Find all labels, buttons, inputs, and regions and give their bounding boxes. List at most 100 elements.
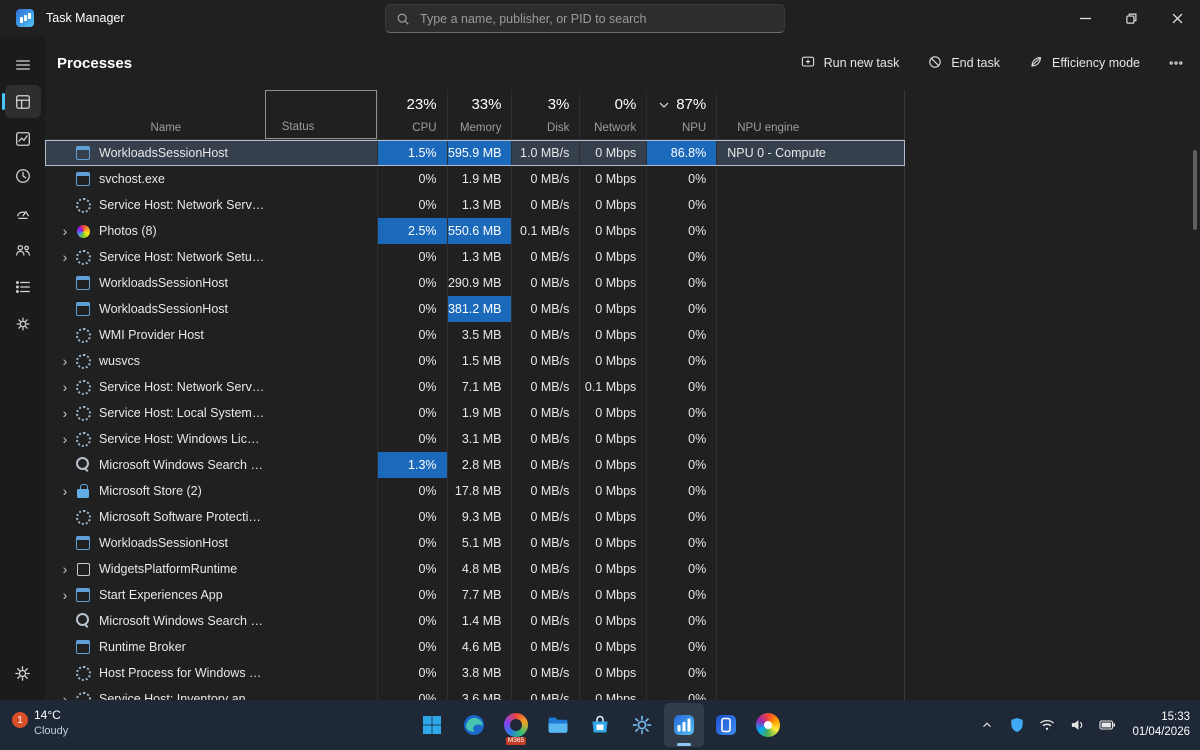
column-header-network[interactable]: 0%Network	[579, 90, 646, 139]
expand-chevron-icon[interactable]: ›	[55, 557, 75, 581]
taskbar-app-photos[interactable]	[748, 703, 788, 747]
column-header-npu[interactable]: 87%NPU	[646, 90, 716, 139]
cell-memory: 9.3 MB	[447, 504, 512, 530]
process-row[interactable]: WorkloadsSessionHost0%290.9 MB0 MB/s0 Mb…	[45, 270, 905, 296]
process-row[interactable]: ›Microsoft Store (2)0%17.8 MB0 MB/s0 Mbp…	[45, 478, 905, 504]
cell-status	[265, 400, 377, 426]
taskbar-app-phone-link[interactable]	[706, 703, 746, 747]
cell-status	[265, 218, 377, 244]
sidebar-item-users[interactable]	[5, 233, 41, 266]
cell-cpu: 0%	[377, 608, 447, 634]
process-row[interactable]: WorkloadsSessionHost0%5.1 MB0 MB/s0 Mbps…	[45, 530, 905, 556]
process-name: Host Process for Windows Tas...	[99, 660, 265, 686]
expand-chevron-icon[interactable]: ›	[55, 245, 75, 269]
column-label-name: Name	[139, 122, 182, 134]
sidebar-item-settings[interactable]	[5, 657, 41, 690]
taskbar-app-edge[interactable]	[454, 703, 494, 747]
expand-chevron-icon[interactable]: ›	[55, 583, 75, 607]
more-options-button[interactable]	[1168, 55, 1184, 71]
cell-status	[265, 426, 377, 452]
sidebar-item-services[interactable]	[5, 307, 41, 340]
expand-chevron-icon[interactable]: ›	[55, 219, 75, 243]
gear-process-icon	[75, 327, 91, 343]
app-badge-label: M365	[506, 737, 526, 745]
expand-chevron-icon[interactable]: ›	[55, 479, 75, 503]
cell-cpu: 0%	[377, 166, 447, 192]
volume-icon[interactable]	[1068, 716, 1086, 734]
process-row[interactable]: Runtime Broker0%4.6 MB0 MB/s0 Mbps0%	[45, 634, 905, 660]
cell-memory: 1.5 MB	[447, 348, 512, 374]
close-button[interactable]	[1154, 0, 1200, 36]
sidebar-item-app-history[interactable]	[5, 159, 41, 192]
restore-button[interactable]	[1108, 0, 1154, 36]
sidebar-item-details[interactable]	[5, 270, 41, 303]
process-name: Microsoft Store (2)	[99, 478, 202, 504]
vertical-scrollbar[interactable]	[1193, 150, 1197, 230]
column-label-disk: Disk	[512, 122, 579, 134]
process-name-cell: ›wusvcs	[45, 348, 265, 374]
column-header-npu-engine[interactable]: NPU engine	[716, 90, 904, 139]
process-row[interactable]: ›Photos (8)2.5%550.6 MB0.1 MB/s0 Mbps0%	[45, 218, 905, 244]
process-row[interactable]: svchost.exe0%1.9 MB0 MB/s0 Mbps0%	[45, 166, 905, 192]
process-row[interactable]: ›Service Host: Windows Licens...0%3.1 MB…	[45, 426, 905, 452]
taskbar-app-task-manager[interactable]	[664, 703, 704, 747]
sidebar-item-performance[interactable]	[5, 122, 41, 155]
battery-icon[interactable]	[1098, 716, 1116, 734]
cell-disk: 0 MB/s	[511, 530, 579, 556]
expand-chevron-icon[interactable]: ›	[55, 427, 75, 451]
cell-npu: 0%	[646, 660, 716, 686]
m365-copilot-icon	[504, 713, 528, 737]
sidebar-item-processes[interactable]	[5, 85, 41, 118]
process-row[interactable]: WorkloadsSessionHost1.5%595.9 MB1.0 MB/s…	[45, 140, 905, 166]
page-title: Processes	[57, 55, 132, 72]
efficiency-mode-button[interactable]: Efficiency mode	[1028, 54, 1140, 73]
security-shield-icon[interactable]	[1008, 716, 1026, 734]
minimize-button[interactable]	[1062, 0, 1108, 36]
process-row[interactable]: ›Service Host: Network Service0%7.1 MB0 …	[45, 374, 905, 400]
process-row[interactable]: ›Start Experiences App0%7.7 MB0 MB/s0 Mb…	[45, 582, 905, 608]
taskbar-app-start[interactable]	[412, 703, 452, 747]
cell-disk: 0 MB/s	[511, 686, 579, 700]
cell-npu: 0%	[646, 192, 716, 218]
taskbar-widgets-button[interactable]: 1 14°C Cloudy	[12, 706, 68, 738]
expand-chevron-icon[interactable]: ›	[55, 401, 75, 425]
column-header-name[interactable]: Name	[45, 90, 265, 139]
expand-chevron-icon[interactable]: ›	[55, 375, 75, 399]
process-row[interactable]: WorkloadsSessionHost0%381.2 MB0 MB/s0 Mb…	[45, 296, 905, 322]
cell-npu: 0%	[646, 270, 716, 296]
cell-status	[265, 348, 377, 374]
process-row[interactable]: ›WidgetsPlatformRuntime0%4.8 MB0 MB/s0 M…	[45, 556, 905, 582]
column-header-cpu[interactable]: 23%CPU	[377, 90, 447, 139]
process-row[interactable]: WMI Provider Host0%3.5 MB0 MB/s0 Mbps0%	[45, 322, 905, 348]
taskbar-app-m365-copilot[interactable]: M365	[496, 703, 536, 747]
search-box[interactable]	[385, 4, 785, 33]
taskbar-app-store[interactable]	[580, 703, 620, 747]
sidebar-item-startup-apps[interactable]	[5, 196, 41, 229]
process-row[interactable]: Microsoft Software Protection...0%9.3 MB…	[45, 504, 905, 530]
column-header-memory[interactable]: 33%Memory	[447, 90, 512, 139]
taskbar-app-settings[interactable]	[622, 703, 662, 747]
column-header-disk[interactable]: 3%Disk	[511, 90, 579, 139]
search-input[interactable]	[418, 11, 774, 27]
taskbar-app-file-explorer[interactable]	[538, 703, 578, 747]
process-row[interactable]: Microsoft Windows Search Pr...0%1.4 MB0 …	[45, 608, 905, 634]
wifi-icon[interactable]	[1038, 716, 1056, 734]
process-row[interactable]: Service Host: Network Service0%1.3 MB0 M…	[45, 192, 905, 218]
process-row[interactable]: ›Service Host: Local System (Ne...0%1.9 …	[45, 400, 905, 426]
process-row[interactable]: ›Service Host: Inventory and C...0%3.6 M…	[45, 686, 905, 700]
end-task-button[interactable]: End task	[927, 54, 1000, 73]
process-row[interactable]: Host Process for Windows Tas...0%3.8 MB0…	[45, 660, 905, 686]
expand-chevron-icon[interactable]: ›	[55, 687, 75, 700]
column-header-status[interactable]: Status	[265, 90, 377, 139]
tray-chevron-up-icon[interactable]	[978, 716, 996, 734]
cell-npu-engine	[716, 582, 904, 608]
cell-memory: 1.3 MB	[447, 192, 512, 218]
taskbar-clock[interactable]: 15:33 01/04/2026	[1132, 710, 1190, 740]
process-row[interactable]: ›Service Host: Network Setup S...0%1.3 M…	[45, 244, 905, 270]
run-new-task-button[interactable]: Run new task	[800, 54, 900, 73]
efficiency-mode-leaf-icon	[1028, 54, 1044, 73]
expand-chevron-icon[interactable]: ›	[55, 349, 75, 373]
process-row[interactable]: Microsoft Windows Search Pr...1.3%2.8 MB…	[45, 452, 905, 478]
sidebar-menu-button[interactable]	[5, 48, 41, 81]
process-row[interactable]: ›wusvcs0%1.5 MB0 MB/s0 Mbps0%	[45, 348, 905, 374]
